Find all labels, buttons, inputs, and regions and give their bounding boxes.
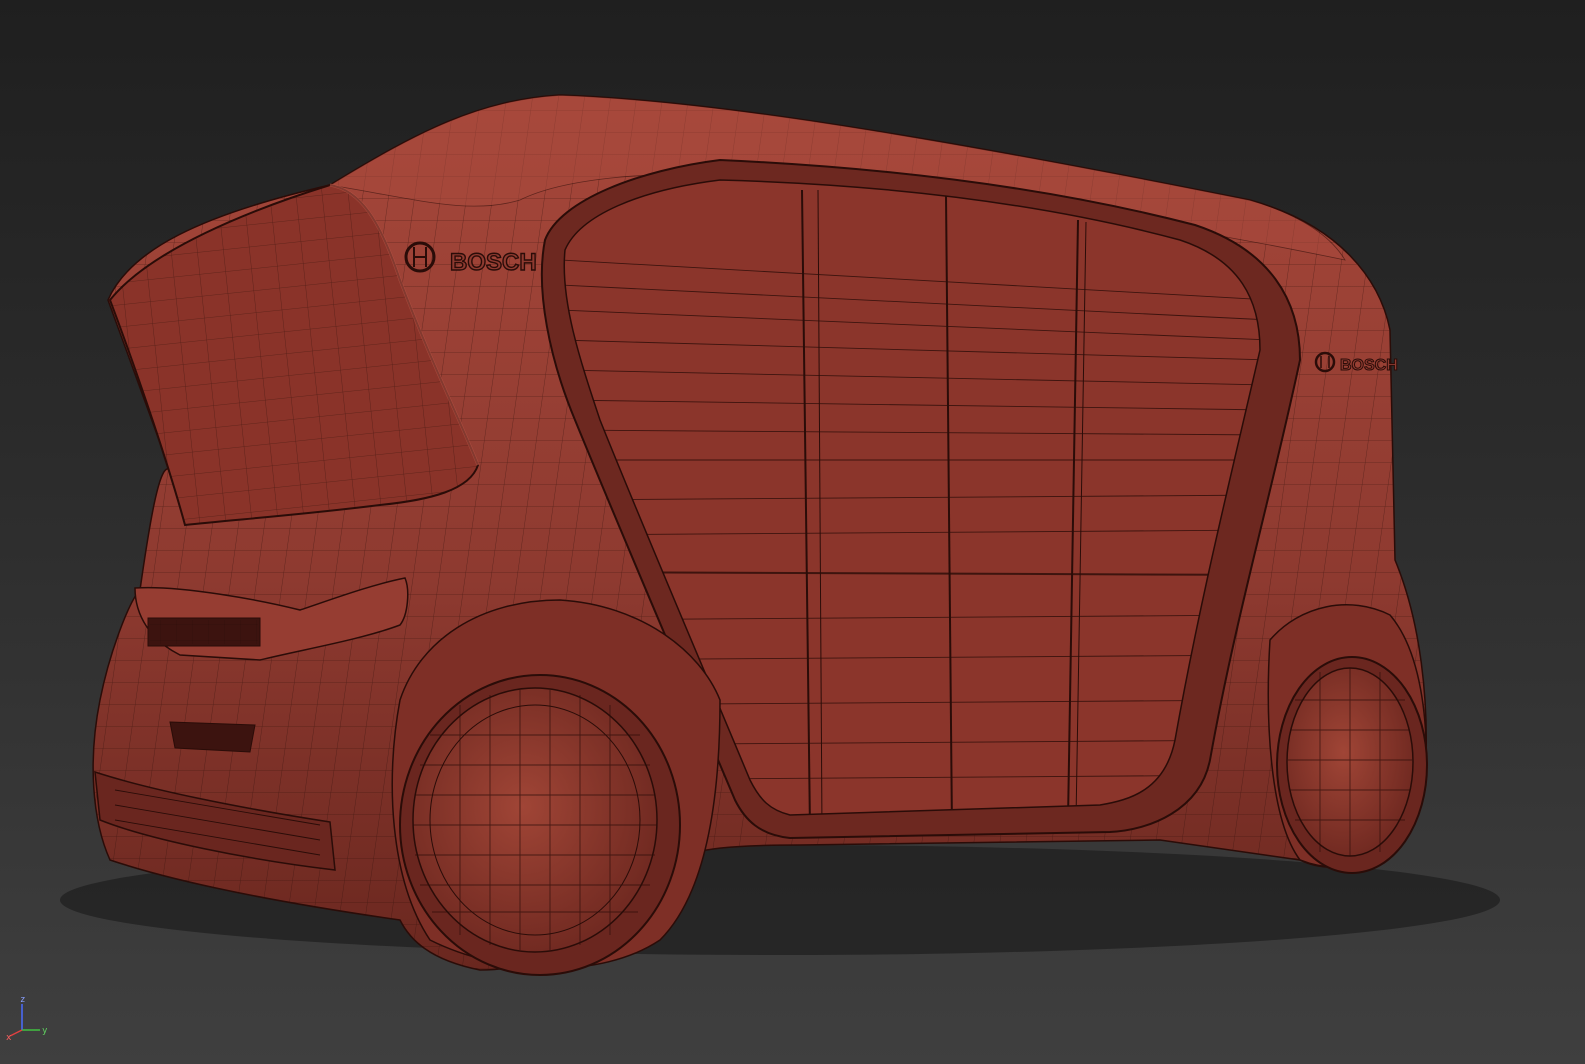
bosch-logo-side: BOSCH — [1314, 351, 1398, 375]
y-axis-label: y — [42, 1026, 48, 1036]
svg-text:BOSCH: BOSCH — [1340, 357, 1398, 374]
axis-gizmo: z y x — [6, 996, 48, 1040]
wheel-right — [1267, 604, 1428, 874]
wheel-left — [391, 599, 721, 976]
x-axis-label: x — [6, 1033, 12, 1040]
svg-text:BOSCH: BOSCH — [450, 249, 537, 276]
z-axis-label: z — [20, 996, 25, 1005]
vehicle-model[interactable]: BOSCH BOSCH — [0, 0, 1585, 1064]
3d-viewport[interactable]: BOSCH BOSCH z y x — [0, 0, 1585, 1064]
x-axis — [9, 1029, 23, 1037]
